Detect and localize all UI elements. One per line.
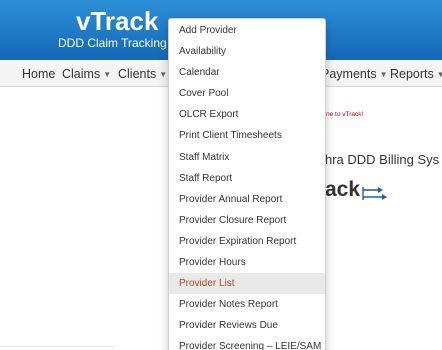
menu-item-provider-hours[interactable]: Provider Hours xyxy=(169,252,325,273)
welcome-message: ne to vTrack! xyxy=(326,111,364,118)
menu-item-provider-notes-report[interactable]: Provider Notes Report xyxy=(169,294,325,315)
menu-item-provider-screening[interactable]: Provider Screening – LEIE/SAM xyxy=(169,336,325,350)
logo-arrows-icon xyxy=(362,187,387,200)
nav-payments[interactable]: Payments ▼ xyxy=(321,67,388,81)
nav-claims[interactable]: Claims ▼ xyxy=(62,67,111,81)
caret-down-icon: ▼ xyxy=(159,70,168,79)
nav-home-label: Home xyxy=(22,67,56,81)
menu-item-provider-expiration-report[interactable]: Provider Expiration Report xyxy=(169,231,325,252)
providers-dropdown-menu: Add Provider Availability Calendar Cover… xyxy=(168,18,326,350)
nav-reports-label: Reports xyxy=(390,67,434,81)
system-title: hra DDD Billing Sys xyxy=(325,152,440,167)
caret-down-icon: ▼ xyxy=(436,70,442,79)
brand-logo-text: ack xyxy=(325,178,361,201)
menu-item-provider-annual-report[interactable]: Provider Annual Report xyxy=(169,189,325,210)
footer-divider xyxy=(0,346,115,347)
caret-down-icon: ▼ xyxy=(379,70,388,79)
nav-clients-label: Clients xyxy=(118,67,157,81)
menu-item-calendar[interactable]: Calendar xyxy=(169,62,325,83)
menu-item-print-client-timesheets[interactable]: Print Client Timesheets xyxy=(169,125,325,146)
nav-reports[interactable]: Reports ▼ xyxy=(390,67,442,81)
logo-title: vTrack xyxy=(76,6,159,36)
app-logo[interactable]: vTrack DDD Claim Tracking ar xyxy=(58,8,181,50)
logo-tagline: DDD Claim Tracking ar xyxy=(58,36,181,50)
menu-item-staff-matrix[interactable]: Staff Matrix xyxy=(169,147,325,168)
menu-item-provider-closure-report[interactable]: Provider Closure Report xyxy=(169,210,325,231)
menu-item-olcr-export[interactable]: OLCR Export xyxy=(169,104,325,125)
nav-payments-label: Payments xyxy=(321,67,377,81)
menu-item-staff-report[interactable]: Staff Report xyxy=(169,168,325,189)
nav-claims-label: Claims xyxy=(62,67,101,81)
nav-clients[interactable]: Clients ▼ xyxy=(118,67,167,81)
menu-item-provider-reviews-due[interactable]: Provider Reviews Due xyxy=(169,315,325,336)
menu-item-add-provider[interactable]: Add Provider xyxy=(169,20,325,41)
nav-home[interactable]: Home xyxy=(22,67,55,81)
caret-down-icon: ▼ xyxy=(103,70,112,79)
menu-item-availability[interactable]: Availability xyxy=(169,41,325,62)
menu-item-cover-pool[interactable]: Cover Pool xyxy=(169,83,325,104)
menu-item-provider-list[interactable]: Provider List xyxy=(169,273,325,295)
